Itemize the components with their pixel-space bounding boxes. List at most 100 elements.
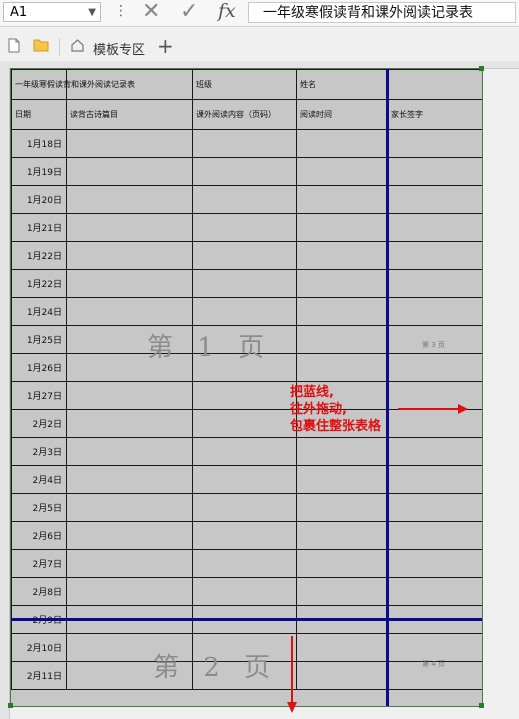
table-title-cell[interactable]: 一年级寒假读背和课外阅读记录表 (11, 69, 135, 100)
name-label-cell[interactable]: 姓名 (296, 69, 388, 100)
date-cell[interactable]: 2月11日 (11, 661, 67, 690)
date-cell[interactable]: 1月21日 (11, 213, 67, 242)
date-cell[interactable]: 1月20日 (11, 185, 67, 214)
date-cell[interactable]: 2月7日 (11, 549, 67, 578)
table-cell[interactable] (192, 409, 297, 438)
table-cell[interactable] (296, 353, 388, 382)
date-cell[interactable]: 1月18日 (11, 129, 67, 158)
horizontal-page-break-line[interactable] (11, 618, 482, 621)
table-cell[interactable] (192, 521, 297, 550)
table-cell[interactable] (296, 633, 388, 662)
add-tab-button[interactable]: + (157, 34, 174, 58)
home-icon[interactable] (70, 38, 85, 53)
table-cell[interactable] (192, 549, 297, 578)
folder-icon[interactable] (33, 38, 49, 52)
resize-handle[interactable] (8, 703, 13, 708)
table-cell[interactable] (66, 269, 193, 298)
table-cell[interactable] (66, 129, 193, 158)
table-cell[interactable] (192, 465, 297, 494)
table-cell[interactable] (387, 129, 482, 158)
table-cell[interactable] (192, 437, 297, 466)
new-document-icon[interactable] (8, 38, 20, 53)
table-cell[interactable] (296, 521, 388, 550)
table-cell[interactable] (296, 437, 388, 466)
table-cell[interactable] (296, 465, 388, 494)
cancel-icon[interactable]: ✕ (142, 1, 160, 23)
table-cell[interactable] (192, 577, 297, 606)
table-cell[interactable] (66, 493, 193, 522)
table-cell[interactable] (387, 185, 482, 214)
table-cell[interactable] (387, 577, 482, 606)
spreadsheet-page-break-view[interactable]: 一年级寒假读背和课外阅读记录表 班级 姓名 日期 读背古诗篇目 课外阅读内容（页… (10, 68, 483, 707)
table-cell[interactable] (387, 353, 482, 382)
name-box[interactable]: A1 ▼ (3, 2, 101, 22)
table-cell[interactable] (387, 213, 482, 242)
function-icon[interactable]: fx (218, 0, 236, 22)
table-cell[interactable] (296, 661, 388, 690)
table-cell[interactable] (387, 69, 482, 100)
date-cell[interactable]: 1月24日 (11, 297, 67, 326)
table-cell[interactable] (192, 241, 297, 270)
table-cell[interactable] (387, 297, 482, 326)
table-cell[interactable] (66, 241, 193, 270)
table-cell[interactable] (66, 157, 193, 186)
table-cell[interactable] (296, 325, 388, 354)
table-cell[interactable] (192, 129, 297, 158)
more-options-icon[interactable]: ⋮ (114, 3, 128, 19)
table-cell[interactable] (387, 269, 482, 298)
table-cell[interactable] (66, 185, 193, 214)
table-cell[interactable] (192, 381, 297, 410)
table-cell[interactable] (192, 157, 297, 186)
table-cell[interactable] (296, 493, 388, 522)
tab-template-zone[interactable]: 模板专区 (93, 39, 145, 58)
date-cell[interactable]: 2月10日 (11, 633, 67, 662)
column-header-date[interactable]: 日期 (11, 99, 67, 130)
table-cell[interactable] (387, 437, 482, 466)
table-cell[interactable] (296, 297, 388, 326)
table-cell[interactable] (66, 381, 193, 410)
table-cell[interactable] (296, 577, 388, 606)
table-cell[interactable] (296, 549, 388, 578)
table-cell[interactable] (66, 437, 193, 466)
table-cell[interactable] (192, 185, 297, 214)
date-cell[interactable]: 2月3日 (11, 437, 67, 466)
date-cell[interactable]: 1月26日 (11, 353, 67, 382)
date-cell[interactable]: 1月27日 (11, 381, 67, 410)
date-cell[interactable]: 1月25日 (11, 325, 67, 354)
column-header-reading[interactable]: 课外阅读内容（页码） (192, 99, 297, 130)
table-cell[interactable] (66, 213, 193, 242)
date-cell[interactable]: 1月19日 (11, 157, 67, 186)
resize-handle[interactable] (479, 703, 484, 708)
class-label-cell[interactable]: 班级 (192, 69, 297, 100)
table-cell[interactable] (66, 549, 193, 578)
table-cell[interactable] (296, 269, 388, 298)
table-cell[interactable] (387, 465, 482, 494)
column-header-time[interactable]: 阅读时间 (296, 99, 388, 130)
table-cell[interactable] (387, 633, 482, 662)
date-cell[interactable]: 2月5日 (11, 493, 67, 522)
table-cell[interactable] (387, 521, 482, 550)
table-cell[interactable] (66, 297, 193, 326)
date-cell[interactable]: 1月22日 (11, 241, 67, 270)
date-cell[interactable]: 2月4日 (11, 465, 67, 494)
chevron-down-icon[interactable]: ▼ (88, 3, 96, 23)
column-header-signature[interactable]: 家长签字 (387, 99, 482, 130)
table-cell[interactable] (192, 297, 297, 326)
table-cell[interactable] (66, 577, 193, 606)
date-cell[interactable]: 1月22日 (11, 269, 67, 298)
table-cell[interactable] (387, 493, 482, 522)
table-cell[interactable] (66, 465, 193, 494)
date-cell[interactable]: 2月2日 (11, 409, 67, 438)
date-cell[interactable]: 2月6日 (11, 521, 67, 550)
formula-input[interactable]: 一年级寒假读背和课外阅读记录表 (248, 2, 516, 23)
resize-handle[interactable] (479, 66, 484, 71)
table-cell[interactable] (66, 409, 193, 438)
table-cell[interactable] (192, 493, 297, 522)
table-cell[interactable] (296, 241, 388, 270)
table-cell[interactable] (192, 269, 297, 298)
table-cell[interactable] (387, 157, 482, 186)
confirm-icon[interactable]: ✓ (180, 1, 198, 23)
table-cell[interactable] (296, 213, 388, 242)
table-cell[interactable] (192, 213, 297, 242)
table-cell[interactable] (296, 129, 388, 158)
